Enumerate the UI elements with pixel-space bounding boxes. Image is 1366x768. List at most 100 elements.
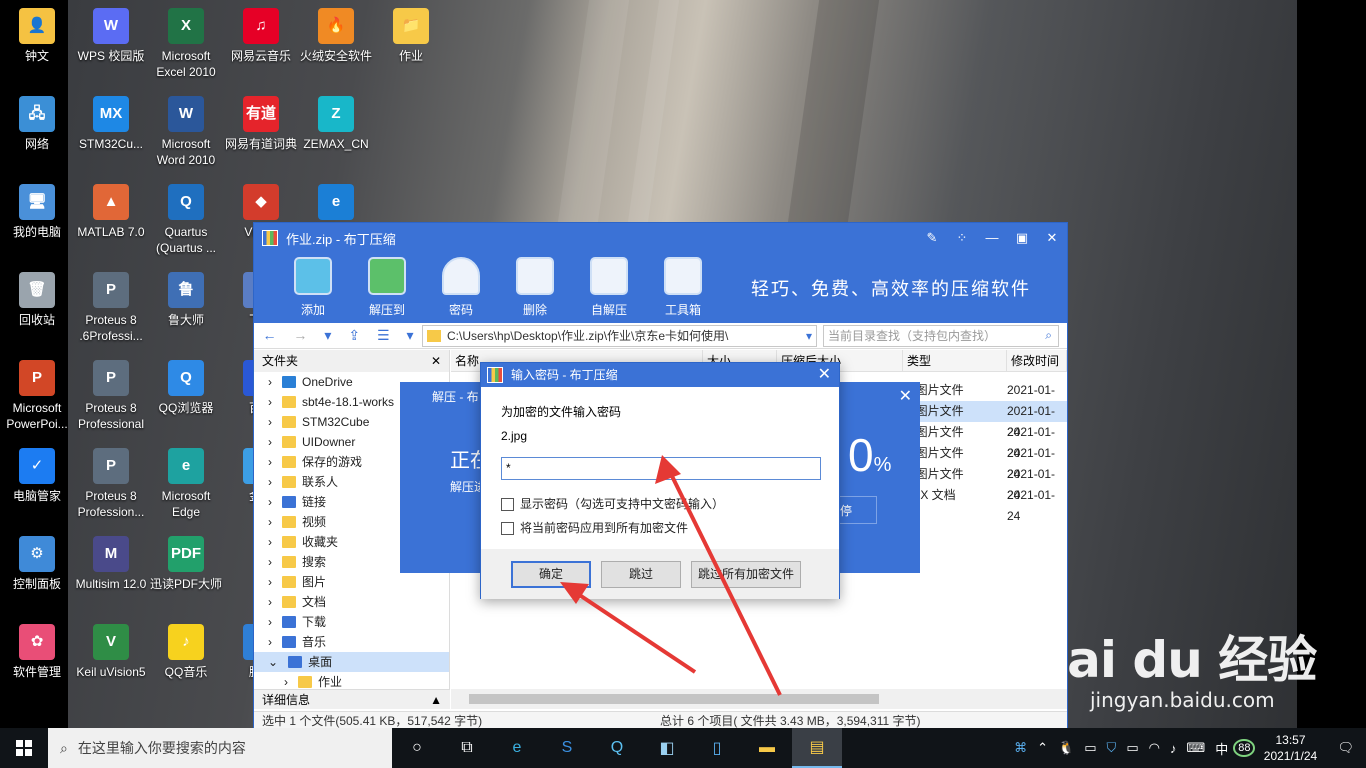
tree-item[interactable]: › 下载 (254, 612, 449, 632)
skip-button[interactable]: 跳过 (601, 561, 681, 588)
password-close-button[interactable]: ✕ (818, 363, 831, 387)
grid-icon[interactable]: ⁘ (947, 230, 977, 246)
volume-icon[interactable]: ♪ (1165, 741, 1182, 756)
taskbar-search[interactable]: ⌕ 在这里输入你要搜索的内容 (48, 728, 392, 768)
tray-app-icon[interactable]: ⌘ (1009, 740, 1032, 756)
desktop-icon[interactable]: 📁 作业 (374, 8, 448, 64)
desktop-icon[interactable]: P Proteus 8 Professional (74, 360, 148, 432)
tree-item[interactable]: › 图片 (254, 572, 449, 592)
chevron-right-icon[interactable]: › (268, 635, 272, 649)
chevron-right-icon[interactable]: › (268, 475, 272, 489)
notification-icon[interactable]: 🗨 (1325, 740, 1366, 756)
desktop-icon[interactable]: P Proteus 8 Profession... (74, 448, 148, 520)
chevron-right-icon[interactable]: › (268, 395, 272, 409)
tree-item[interactable]: › 文档 (254, 592, 449, 612)
desktop-icon[interactable]: e (299, 184, 373, 224)
desktop-icon[interactable]: ♫ 网易云音乐 (224, 8, 298, 64)
password-titlebar[interactable]: 输入密码 - 布丁压缩 ✕ (481, 363, 839, 387)
up-icon[interactable]: ⇪ (348, 327, 360, 344)
desktop-icon[interactable]: ♪ QQ音乐 (149, 624, 223, 680)
self-extract-button[interactable]: 自解压 (572, 253, 646, 318)
chevron-right-icon[interactable]: › (268, 515, 272, 529)
desktop-icon[interactable]: e Microsoft Edge (149, 448, 223, 520)
forward-icon[interactable]: → (293, 327, 307, 344)
search-input[interactable]: 当前目录查找（支持包内查找） ⌕ (823, 324, 1059, 347)
desktop-icon[interactable]: W WPS 校园版 (74, 8, 148, 64)
desktop-icon[interactable]: 鲁鲁大师 (149, 272, 223, 328)
shield-icon[interactable]: ⛉ (1102, 740, 1122, 756)
notes-icon[interactable]: ◧ (642, 728, 692, 768)
qq-icon[interactable]: 🐧 (1053, 740, 1079, 756)
edit-icon[interactable]: ✎ (917, 230, 947, 246)
desktop-icon[interactable]: P Proteus 8 .6Professi... (74, 272, 148, 344)
desktop-icon[interactable]: 🗑 回收站 (0, 272, 74, 328)
password-input[interactable]: * (501, 457, 821, 480)
desktop-icon[interactable]: Q QQ浏览器 (149, 360, 223, 416)
desktop-icon[interactable]: Q Quartus (Quartus ... (149, 184, 223, 256)
clock[interactable]: 13:57 2021/1/24 (1255, 732, 1325, 764)
back-icon[interactable]: ← (262, 327, 276, 344)
desktop-icon[interactable]: MX STM32Cu... (74, 96, 148, 152)
search-icon[interactable]: ⌕ (1045, 328, 1052, 343)
minimize-button[interactable]: — (977, 230, 1007, 246)
keyboard-icon[interactable]: ⌨ (1181, 740, 1210, 756)
apply-all-checkbox[interactable]: 将当前密码应用到所有加密文件 (501, 519, 688, 536)
cortana-icon[interactable]: ○ (392, 728, 442, 768)
tree-close-icon[interactable]: ✕ (431, 350, 441, 372)
desktop-icon[interactable]: Z ZEMAX_CN (299, 96, 373, 152)
desktop-icon[interactable]: ⚙ 控制面板 (0, 536, 74, 592)
toolbox-button[interactable]: 工具箱 (646, 253, 720, 318)
phone-icon[interactable]: ▯ (692, 728, 742, 768)
desktop-icon[interactable]: V Keil uVision5 (74, 624, 148, 680)
tree-item[interactable]: ⌄ 桌面 (254, 652, 449, 672)
view-dropdown-icon[interactable]: ▾ (406, 327, 413, 344)
path-field[interactable]: C:\Users\hp\Desktop\作业.zip\作业\京东e卡如何使用\ … (422, 324, 817, 347)
chevron-right-icon[interactable]: › (268, 375, 272, 389)
detail-info[interactable]: 详细信息 ▲ (254, 689, 450, 709)
chevron-right-icon[interactable]: › (268, 615, 272, 629)
desktop-icon[interactable]: PDF 迅读PDF大师 (149, 536, 223, 592)
desktop-icon[interactable]: M Multisim 12.0 (74, 536, 148, 592)
edge-icon[interactable]: e (492, 728, 542, 768)
network-icon[interactable]: ▭ (1121, 740, 1143, 756)
path-dropdown-icon[interactable]: ▾ (806, 329, 812, 343)
window-titlebar[interactable]: 作业.zip - 布丁压缩 ✎ ⁘ — ▣ ✕ (254, 223, 1067, 253)
chevron-right-icon[interactable]: › (268, 415, 272, 429)
password-button[interactable]: 密码 (424, 253, 498, 318)
col-type[interactable]: 类型 (903, 350, 1007, 371)
chevron-right-icon[interactable]: › (268, 555, 272, 569)
desktop-icon[interactable]: X Microsoft Excel 2010 (149, 8, 223, 80)
maximize-button[interactable]: ▣ (1007, 230, 1037, 246)
sogou-icon[interactable]: S (542, 728, 592, 768)
desktop-icon[interactable]: ✓ 电脑管家 (0, 448, 74, 504)
checkbox-box[interactable] (501, 498, 514, 511)
ok-button[interactable]: 确定 (511, 561, 591, 588)
horizontal-scrollbar[interactable] (451, 689, 1067, 709)
collapse-icon[interactable]: ▲ (430, 690, 442, 710)
desktop-icon[interactable]: ✿ 软件管理 (0, 624, 74, 680)
delete-button[interactable]: 删除 (498, 253, 572, 318)
chevron-right-icon[interactable]: › (268, 535, 272, 549)
scroll-thumb[interactable] (469, 694, 879, 704)
extract-close-button[interactable]: ✕ (899, 386, 912, 406)
view-icon[interactable]: ☰ (377, 327, 390, 344)
file-explorer-icon[interactable]: ▬ (742, 728, 792, 768)
desktop-icon[interactable]: P Microsoft PowerPoi... (0, 360, 74, 432)
desktop-icon[interactable]: 有道 网易有道词典 (224, 96, 298, 152)
pause-button[interactable]: 停 (837, 496, 877, 524)
battery-icon[interactable]: ▭ (1079, 740, 1101, 756)
chevron-right-icon[interactable]: › (268, 595, 272, 609)
bandizip-taskbar-icon[interactable]: ▤ (792, 728, 842, 768)
show-password-checkbox[interactable]: 显示密码（勾选可支持中文密码输入） (501, 495, 724, 512)
qq-browser-icon[interactable]: Q (592, 728, 642, 768)
tree-item[interactable]: › 音乐 (254, 632, 449, 652)
task-view-icon[interactable]: ⧉ (442, 728, 492, 768)
wifi-icon[interactable]: ◠ (1144, 740, 1165, 756)
dropdown-icon[interactable]: ▾ (324, 327, 331, 344)
skip-all-button[interactable]: 跳过所有加密文件 (691, 561, 801, 588)
extract-to-button[interactable]: 解压到 (350, 253, 424, 318)
chevron-right-icon[interactable]: › (268, 435, 272, 449)
close-button[interactable]: ✕ (1037, 230, 1067, 246)
add-button[interactable]: 添加 (276, 253, 350, 318)
ime-badge[interactable]: 88 (1233, 739, 1256, 757)
